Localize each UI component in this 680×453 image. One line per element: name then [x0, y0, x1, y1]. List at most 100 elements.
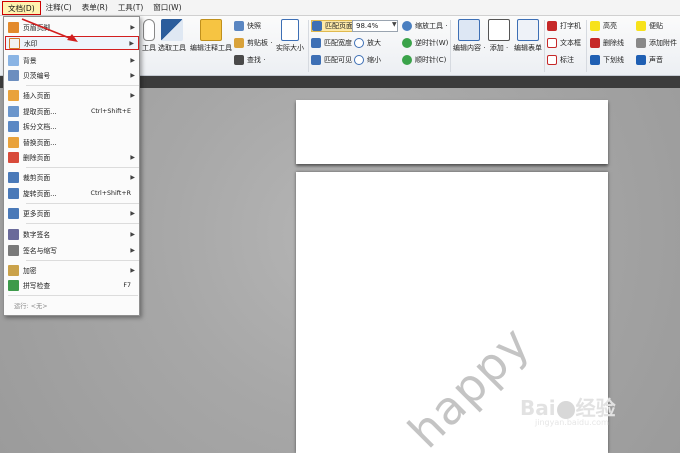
submenu-arrow-icon: ▶: [130, 153, 135, 161]
menu-item-sign-initials[interactable]: 签名与缩写 ▶: [5, 243, 139, 257]
submenu-arrow-icon: ▶: [130, 246, 135, 254]
note-label: 便贴: [649, 22, 663, 30]
menu-item-replace-pages[interactable]: 替换页面...: [5, 135, 139, 149]
textbox-label: 文本框: [560, 39, 581, 47]
zoom-in-icon: [354, 38, 364, 48]
callout-button[interactable]: 标注: [547, 54, 574, 66]
textbox-button[interactable]: 文本框: [547, 37, 581, 49]
menu-item-split-document[interactable]: 拆分文档...: [5, 119, 139, 133]
menu-item-label: 提取页面...: [23, 108, 57, 116]
menu-item-encrypt[interactable]: 加密 ▶: [5, 263, 139, 277]
menu-item-extract-pages[interactable]: 提取页面... Ctrl+Shift+E: [5, 104, 139, 118]
menu-item-crop-pages[interactable]: 裁剪页面 ▶: [5, 170, 139, 184]
zoom-in-label: 放大: [367, 39, 381, 47]
menu-separator: [8, 295, 138, 296]
submenu-arrow-icon: ▶: [130, 91, 135, 99]
underline-button[interactable]: 下划线: [590, 54, 624, 66]
find-button[interactable]: 查找 ·: [234, 54, 265, 66]
chevron-down-icon[interactable]: ▼: [392, 21, 397, 28]
digital-signature-icon: [8, 228, 19, 240]
baidu-logo: Bai 经验: [520, 392, 616, 421]
add-label: 添加 ·: [489, 44, 509, 52]
rotate-cw-button[interactable]: 顺时针(C): [402, 54, 446, 66]
edit-content-button[interactable]: 编辑内容 ·: [453, 19, 485, 53]
paw-icon: [556, 400, 575, 419]
attach-label: 添加附件: [649, 39, 677, 47]
submenu-arrow-icon: ▶: [130, 23, 135, 31]
menu-item-delete-pages[interactable]: 删除页面 ▶: [5, 150, 139, 164]
typewriter-label: 打字机: [560, 22, 581, 30]
menu-comment[interactable]: 注释(C): [41, 1, 77, 15]
strikeout-button[interactable]: 删除线: [590, 37, 624, 49]
fit-page-button[interactable]: 匹配页面: [311, 20, 356, 32]
attach-button[interactable]: 添加附件: [636, 37, 677, 49]
menu-tools[interactable]: 工具(T): [113, 1, 148, 15]
sound-button[interactable]: 声音: [636, 54, 663, 66]
run-action-status: 运行: <无>: [14, 303, 48, 310]
menu-document[interactable]: 文档(D): [2, 0, 41, 15]
menu-form[interactable]: 表单(R): [77, 1, 113, 15]
menu-item-label: 拼写检查: [23, 282, 51, 290]
extract-page-icon: [8, 105, 19, 117]
menu-item-more-pages[interactable]: 更多页面 ▶: [5, 206, 139, 220]
paperclip-icon: [636, 38, 646, 48]
bates-number-icon: [8, 69, 19, 81]
menu-item-label: 拆分文档...: [23, 123, 57, 131]
fit-width-icon: [311, 38, 321, 48]
menu-item-background[interactable]: 背景 ▶: [5, 53, 139, 67]
binoculars-icon: [234, 55, 244, 65]
rotate-ccw-button[interactable]: 逆时针(W): [402, 37, 448, 49]
edit-content-label: 编辑内容 ·: [453, 44, 486, 52]
background-icon: [8, 54, 19, 66]
ribbon-separator: [586, 20, 587, 72]
clipboard-button[interactable]: 剪贴板 ·: [234, 37, 272, 49]
rotate-cw-icon: [402, 55, 412, 65]
hand-tool-label: 工具: [142, 44, 156, 52]
underline-icon: [590, 55, 600, 65]
ribbon-separator: [544, 20, 545, 72]
sound-label: 声音: [649, 56, 663, 64]
edit-form-label: 编辑表单: [514, 44, 542, 52]
select-tool-button[interactable]: 选取工具: [158, 19, 186, 53]
highlight-button[interactable]: 高亮: [590, 20, 617, 32]
actual-size-button[interactable]: 实际大小: [276, 19, 304, 53]
zoom-out-button[interactable]: 缩小: [354, 54, 381, 66]
menu-item-label: 替换页面...: [23, 139, 57, 147]
note-button[interactable]: 便贴: [636, 20, 663, 32]
snapshot-button[interactable]: 快照: [234, 20, 261, 32]
menu-bar: 文档(D) 注释(C) 表单(R) 工具(T) 窗口(W): [0, 0, 680, 16]
typewriter-button[interactable]: 打字机: [547, 20, 581, 32]
hand-tool-button[interactable]: 工具: [142, 19, 156, 53]
menu-item-rotate-pages[interactable]: 旋转页面... Ctrl+Shift+R: [5, 186, 139, 200]
insert-page-icon: [8, 89, 19, 101]
baidu-brand-left: Bai: [520, 396, 556, 420]
submenu-arrow-icon: ▶: [130, 266, 135, 274]
menu-item-digital-signature[interactable]: 数字签名 ▶: [5, 227, 139, 241]
edit-annotation-tool-label: 编辑注释工具: [190, 44, 232, 52]
add-button[interactable]: 添加 ·: [488, 19, 510, 53]
edit-annotation-tool-button[interactable]: 编辑注释工具: [190, 19, 232, 53]
fit-page-label: 匹配页面: [325, 22, 353, 30]
zoom-tool-button[interactable]: 缩放工具 ·: [402, 20, 447, 32]
fit-width-button[interactable]: 匹配宽度: [311, 37, 352, 49]
more-pages-icon: [8, 207, 19, 219]
menu-item-insert-pages[interactable]: 插入页面 ▶: [5, 88, 139, 102]
ribbon-separator: [450, 20, 451, 72]
menu-window[interactable]: 窗口(W): [148, 1, 186, 15]
callout-label: 标注: [560, 56, 574, 64]
submenu-arrow-icon: ▶: [130, 56, 135, 64]
menu-item-bates-numbering[interactable]: 贝茨编号 ▶: [5, 68, 139, 82]
menu-item-spell-check[interactable]: 拼写检查 F7: [5, 278, 139, 292]
fit-visible-button[interactable]: 匹配可见: [311, 54, 352, 66]
split-document-icon: [8, 120, 19, 132]
menu-separator: [26, 85, 139, 86]
fit-page-icon: [312, 21, 322, 31]
edit-form-button[interactable]: 编辑表单: [514, 19, 542, 53]
zoom-in-button[interactable]: 放大: [354, 37, 381, 49]
pdf-page-1[interactable]: [296, 100, 608, 164]
add-text-icon: [488, 19, 510, 41]
edit-content-icon: [458, 19, 481, 41]
note-icon: [636, 21, 646, 31]
find-label: 查找 ·: [247, 56, 266, 64]
rotate-ccw-label: 逆时针(W): [415, 39, 449, 47]
